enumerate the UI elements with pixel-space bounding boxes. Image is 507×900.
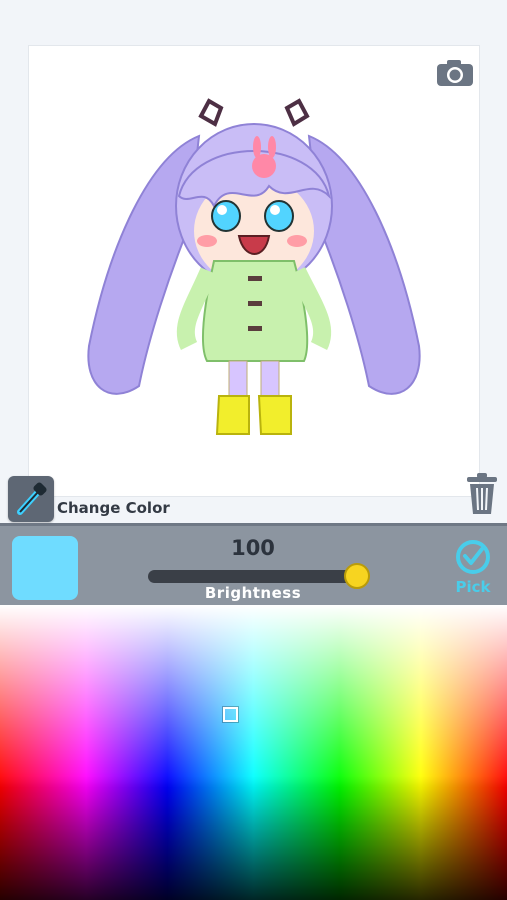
- brightness-value: 100: [231, 536, 275, 560]
- change-color-label: Change Color: [57, 499, 170, 517]
- character-preview: [28, 45, 480, 497]
- slider-track: [148, 570, 352, 583]
- trash-icon: [467, 473, 497, 514]
- character-illustration: [87, 98, 421, 435]
- selected-color-swatch: [12, 536, 78, 600]
- pick-label: Pick: [455, 578, 491, 596]
- eyedropper-icon: [17, 482, 47, 515]
- slider-knob[interactable]: [344, 563, 370, 589]
- eyedropper-button[interactable]: [8, 476, 54, 522]
- camera-button[interactable]: [436, 58, 474, 88]
- camera-icon: [437, 60, 473, 86]
- brightness-label: Brightness: [204, 584, 302, 602]
- check-circle-icon: [456, 540, 490, 574]
- picker-marker[interactable]: [223, 707, 238, 722]
- color-control-bar: 100 Brightness Pick: [0, 523, 507, 608]
- delete-button[interactable]: [463, 472, 501, 516]
- spectrum-black-overlay: [0, 605, 507, 900]
- color-spectrum[interactable]: [0, 605, 507, 900]
- pick-button[interactable]: Pick: [450, 540, 496, 600]
